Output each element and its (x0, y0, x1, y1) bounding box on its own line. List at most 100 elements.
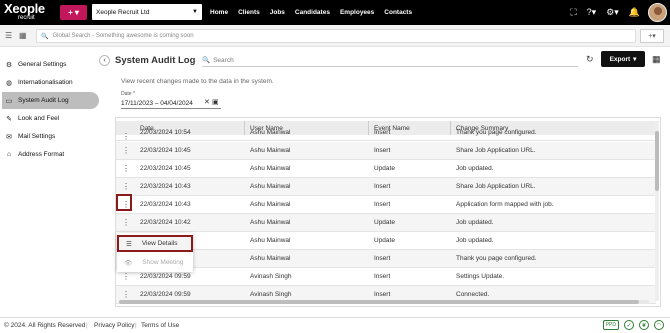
row-user: Ashu Mainwal (250, 237, 291, 244)
row-summary: Settings Update. (456, 273, 505, 280)
global-search-placeholder: Global Search - Something awesome is com… (52, 33, 194, 39)
kebab-menu-icon[interactable]: ⋮ (122, 164, 130, 173)
wifi-icon[interactable]: ◠ (654, 320, 664, 330)
nav-clients[interactable]: Clients (238, 9, 260, 16)
row-event: Insert (374, 291, 391, 298)
kebab-menu-icon[interactable]: ⋮ (122, 218, 130, 227)
table-row: ⋮ 22/03/2024 10:45 Ashu Mainwal Update J… (116, 160, 656, 178)
help-icon[interactable]: ?▾ (587, 7, 597, 18)
avatar[interactable] (648, 3, 667, 22)
row-user: Ashu Mainwal (250, 147, 291, 154)
kebab-menu-icon[interactable]: ⋮ (122, 182, 130, 191)
nav-jobs[interactable]: Jobs (270, 9, 285, 16)
search-placeholder: Search (213, 56, 234, 64)
xeople-logo[interactable]: Xeople recruit (4, 1, 56, 23)
check-circle-icon[interactable]: ✓ (624, 320, 634, 330)
table-row: Ashu Mainwal Update Job updated. (116, 232, 656, 250)
sidebar-item-general-settings[interactable]: ⚙ General Settings (2, 56, 99, 73)
nav-employees[interactable]: Employees (340, 9, 374, 16)
row-summary: Thank you page configured. (456, 255, 537, 262)
sidebar-item-label: Address Format (18, 151, 65, 158)
search-input[interactable]: 🔍 Search (202, 54, 578, 67)
bell-icon[interactable]: 🔔 (629, 7, 640, 18)
row-summary: Connected. (456, 291, 490, 298)
row-date: 22/03/2024 10:42 (140, 219, 191, 226)
vertical-scrollbar[interactable] (655, 121, 659, 301)
row-event: Insert (374, 201, 391, 208)
row-user: Ashu Mainwal (250, 165, 291, 172)
refresh-icon[interactable]: ↻ (586, 54, 594, 65)
close-icon[interactable]: ✕ (204, 98, 210, 106)
row-summary: Job updated. (456, 165, 494, 172)
sidebar-item-label: General Settings (18, 61, 67, 68)
table-row: ⋮ 22/03/2024 10:43 Ashu Mainwal Insert S… (116, 178, 656, 196)
grid-icon[interactable]: ▦ (19, 31, 27, 40)
copyright-text: © 2024. All Rights Reserved (4, 322, 86, 329)
company-select[interactable]: Xeople Recruit Ltd ▼ (92, 4, 202, 20)
search-add-button[interactable]: + ▾ (640, 29, 664, 43)
sidebar-item-look-and-feel[interactable]: ✎ Look and Feel (2, 110, 99, 127)
row-summary: Share Job Application URL. (456, 183, 536, 190)
list-icon: ☰ (126, 240, 132, 248)
sidebar-item-label: Look and Feel (18, 115, 60, 122)
row-user: Ashu Mainwal (250, 183, 291, 190)
mail-icon: ✉ (6, 133, 12, 141)
export-button[interactable]: Export ▾ (601, 51, 645, 67)
row-event: Insert (374, 147, 391, 154)
row-date: 22/03/2024 09:59 (140, 291, 191, 298)
sidebar-item-mail-settings[interactable]: ✉ Mail Settings (2, 128, 99, 145)
grid-view-icon[interactable]: ▦ (652, 54, 661, 65)
kebab-menu-icon[interactable]: ⋮ (122, 290, 130, 299)
row-user: Avinash Singh (250, 291, 292, 298)
footer-divider: | (135, 322, 137, 329)
monitor-icon: ▭ (5, 97, 13, 105)
ppd-badge[interactable]: PPD (602, 320, 619, 330)
row-event: Insert (374, 183, 391, 190)
row-user: Avinash Singh (250, 273, 292, 280)
row-user: Ashu Mainwal (250, 129, 291, 136)
top-icons: ⛶ ?▾ ⚙▾ 🔔 (570, 0, 640, 25)
table-row: ⋮ 22/03/2024 10:54 Ashu Mainwal Insert T… (116, 129, 656, 141)
active-row-menu-highlight[interactable] (116, 194, 132, 211)
row-date: 22/03/2024 09:59 (140, 273, 191, 280)
sidebar-item-system-audit-log[interactable]: ▭ System Audit Log (2, 92, 99, 109)
sidebar-item-label: Mail Settings (18, 133, 56, 140)
sidebar-item-address-format[interactable]: ⌂ Address Format (2, 146, 99, 163)
nav-contacts[interactable]: Contacts (384, 9, 412, 16)
page-title: System Audit Log (115, 55, 196, 66)
gear-icon[interactable]: ⚙▾ (606, 7, 619, 18)
terms-of-use-link[interactable]: Terms of Use (141, 322, 179, 329)
row-date: 22/03/2024 10:45 (140, 147, 191, 154)
leaf-icon[interactable]: ❦ (639, 320, 649, 330)
horizontal-scrollbar[interactable] (119, 300, 649, 304)
table-row: ⋮ 22/03/2024 10:42 Ashu Mainwal Update J… (116, 214, 656, 232)
global-search-input[interactable]: 🔍 Global Search - Something awesome is c… (36, 29, 636, 43)
plus-label: + (648, 32, 653, 40)
row-date: 22/03/2024 10:54 (140, 129, 191, 136)
nav-candidates[interactable]: Candidates (295, 9, 330, 16)
row-event: Insert (374, 273, 391, 280)
view-details-menu-item[interactable]: ☰ View Details (117, 235, 193, 252)
menu-item-label: Show Meeting (142, 259, 184, 266)
export-label: Export (609, 55, 631, 63)
sidebar-item-internationalisation[interactable]: ◍ Internationalisation (2, 74, 99, 91)
kebab-menu-icon[interactable]: ⋮ (122, 146, 130, 155)
plus-label: + (68, 8, 73, 17)
gear-icon: ⚙ (5, 61, 13, 69)
row-user: Ashu Mainwal (250, 201, 291, 208)
calendar-icon[interactable]: ▣ (212, 98, 219, 106)
show-meeting-menu-item[interactable]: 👁 Show Meeting (117, 254, 193, 271)
row-event: Insert (374, 129, 391, 136)
kebab-menu-icon[interactable]: ⋮ (122, 272, 130, 281)
nav-home[interactable]: Home (210, 9, 228, 16)
kebab-menu-icon[interactable]: ⋮ (122, 132, 130, 141)
fullscreen-icon[interactable]: ⛶ (570, 7, 576, 18)
row-context-menu: ☰ View Details 👁 Show Meeting (117, 233, 193, 272)
collapse-sidebar-button[interactable]: ‹ (99, 55, 110, 66)
audit-log-table: Date User Name Event Name Change Summary… (115, 117, 661, 307)
company-name: Xeople Recruit Ltd (96, 8, 150, 16)
date-label: Date * (121, 91, 135, 97)
list-icon[interactable]: ☰ (5, 31, 12, 40)
quick-add-button[interactable]: + ▾ (60, 5, 87, 20)
privacy-policy-link[interactable]: Privacy Policy (94, 322, 134, 329)
